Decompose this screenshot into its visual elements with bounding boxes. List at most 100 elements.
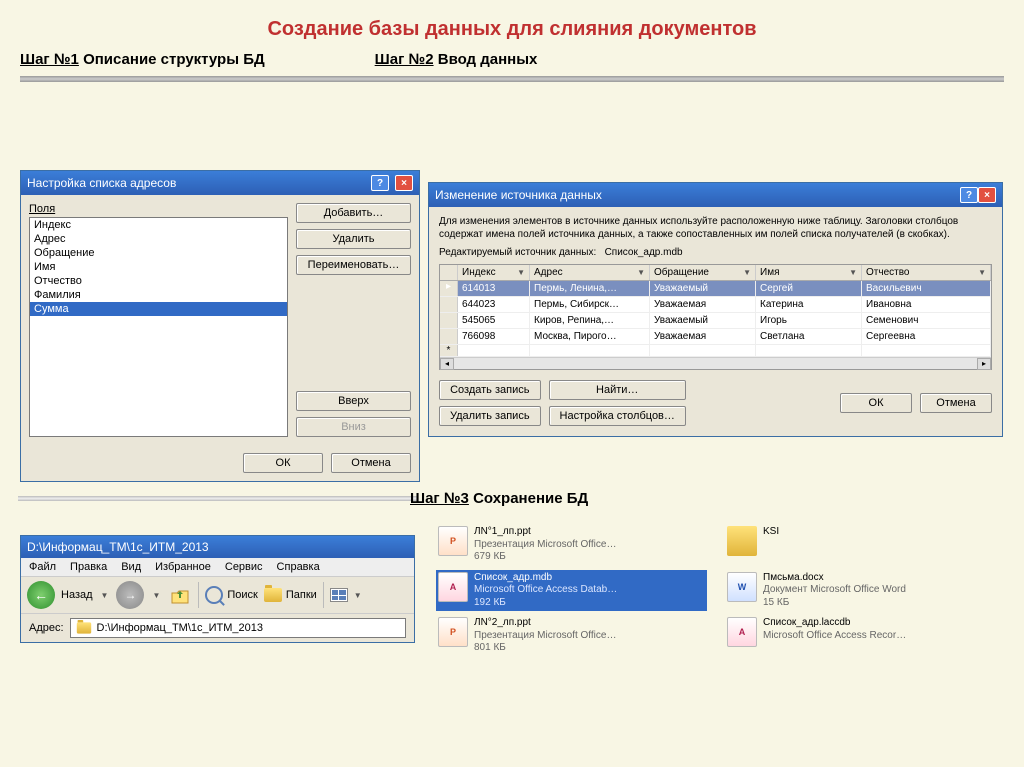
cell[interactable]: 766098	[458, 329, 530, 344]
table-row[interactable]: ▸ 614013 Пермь, Ленина,… Уважаемый Серге…	[440, 281, 991, 297]
up-folder-icon[interactable]	[168, 583, 192, 607]
ok-button[interactable]: ОК	[840, 393, 912, 413]
close-icon[interactable]: ×	[395, 175, 413, 191]
chevron-down-icon[interactable]: ▼	[743, 268, 751, 277]
table-row[interactable]: 766098 Москва, Пирого… Уважаемая Светлан…	[440, 329, 991, 345]
mdb-icon: A	[727, 617, 757, 647]
cell[interactable]: Уважаемая	[650, 329, 756, 344]
cell[interactable]: Пермь, Сибирск…	[530, 297, 650, 312]
forward-icon[interactable]: →	[116, 581, 144, 609]
scroll-left-icon[interactable]: ◂	[440, 358, 454, 370]
help-icon[interactable]: ?	[960, 187, 978, 203]
dialog1-titlebar[interactable]: Настройка списка адресов ? ×	[21, 171, 419, 195]
ppt-icon: P	[438, 617, 468, 647]
chevron-down-icon[interactable]: ▼	[150, 591, 162, 600]
chevron-down-icon[interactable]: ▼	[978, 268, 986, 277]
columns-button[interactable]: Настройка столбцов…	[549, 406, 686, 426]
explorer-titlebar[interactable]: D:\Информац_ТМ\1с_ИТМ_2013	[21, 536, 414, 558]
list-item[interactable]: Адрес	[30, 232, 287, 246]
cell[interactable]: Катерина	[756, 297, 862, 312]
cell[interactable]: 614013	[458, 281, 530, 296]
file-type: Презентация Microsoft Office…	[474, 630, 616, 643]
search-button[interactable]: Поиск	[205, 586, 257, 604]
close-icon[interactable]: ×	[978, 187, 996, 203]
views-button[interactable]: ▼	[330, 588, 364, 602]
horizontal-scrollbar[interactable]: ◂ ▸	[440, 357, 991, 369]
chevron-down-icon[interactable]: ▼	[517, 268, 525, 277]
add-button[interactable]: Добавить…	[296, 203, 411, 223]
cell[interactable]: Ивановна	[862, 297, 991, 312]
chevron-down-icon: ▼	[352, 591, 364, 600]
cell[interactable]: Уважаемый	[650, 313, 756, 328]
cell[interactable]: Уважаемый	[650, 281, 756, 296]
col-header[interactable]: Адрес▼	[530, 265, 650, 280]
list-item[interactable]: Сумма	[30, 302, 287, 316]
move-up-button[interactable]: Вверх	[296, 391, 411, 411]
col-header[interactable]: Обращение▼	[650, 265, 756, 280]
row-selector-header[interactable]	[440, 265, 458, 280]
delete-record-button[interactable]: Удалить запись	[439, 406, 541, 426]
address-label: Адрес:	[29, 622, 64, 634]
dialog2-titlebar[interactable]: Изменение источника данных ? ×	[429, 183, 1002, 207]
back-label[interactable]: Назад	[61, 589, 93, 601]
explorer-menubar[interactable]: Файл Правка Вид Избранное Сервис Справка	[21, 558, 414, 577]
file-item[interactable]: W Пмсьма.docxДокумент Microsoft Office W…	[725, 570, 996, 612]
col-header[interactable]: Имя▼	[756, 265, 862, 280]
file-item[interactable]: KSI	[725, 524, 996, 566]
table-row[interactable]: *	[440, 345, 991, 357]
cell[interactable]: Сергей	[756, 281, 862, 296]
file-item[interactable]: A Список_адр.mdbMicrosoft Office Access …	[436, 570, 707, 612]
delete-button[interactable]: Удалить	[296, 229, 411, 249]
cell[interactable]: Игорь	[756, 313, 862, 328]
col-header[interactable]: Индекс▼	[458, 265, 530, 280]
new-record-button[interactable]: Создать запись	[439, 380, 541, 400]
cancel-button[interactable]: Отмена	[331, 453, 411, 473]
menu-help[interactable]: Справка	[277, 561, 320, 573]
cell[interactable]: Васильевич	[862, 281, 991, 296]
list-item[interactable]: Обращение	[30, 246, 287, 260]
menu-view[interactable]: Вид	[121, 561, 141, 573]
file-item[interactable]: A Список_адр.laccdbMicrosoft Office Acce…	[725, 615, 996, 657]
folder-icon	[264, 588, 282, 602]
cell[interactable]: Москва, Пирого…	[530, 329, 650, 344]
rename-button[interactable]: Переименовать…	[296, 255, 411, 275]
file-item[interactable]: P ЛN°2_лп.pptПрезентация Microsoft Offic…	[436, 615, 707, 657]
cell[interactable]: Киров, Репина,…	[530, 313, 650, 328]
step3-suffix: Сохранение БД	[469, 490, 588, 507]
list-item[interactable]: Индекс	[30, 218, 287, 232]
list-item[interactable]: Отчество	[30, 274, 287, 288]
cell[interactable]: Пермь, Ленина,…	[530, 281, 650, 296]
menu-favorites[interactable]: Избранное	[155, 561, 211, 573]
table-row[interactable]: 545065 Киров, Репина,… Уважаемый Игорь С…	[440, 313, 991, 329]
find-button[interactable]: Найти…	[549, 380, 686, 400]
cell[interactable]: Уважаемая	[650, 297, 756, 312]
col-header[interactable]: Отчество▼	[862, 265, 991, 280]
folders-button[interactable]: Папки	[264, 588, 317, 602]
cell[interactable]: 644023	[458, 297, 530, 312]
address-input[interactable]: D:\Информац_ТМ\1с_ИТМ_2013	[70, 618, 406, 638]
cell[interactable]: Светлана	[756, 329, 862, 344]
cell[interactable]: Семенович	[862, 313, 991, 328]
step2-heading: Шаг №2 Ввод данных	[375, 51, 538, 68]
chevron-down-icon[interactable]: ▼	[637, 268, 645, 277]
menu-edit[interactable]: Правка	[70, 561, 107, 573]
list-item[interactable]: Фамилия	[30, 288, 287, 302]
mdb-icon: A	[438, 572, 468, 602]
docx-icon: W	[727, 572, 757, 602]
help-icon[interactable]: ?	[371, 175, 389, 191]
chevron-down-icon[interactable]: ▼	[849, 268, 857, 277]
data-grid[interactable]: Индекс▼ Адрес▼ Обращение▼ Имя▼ Отчество▼…	[439, 264, 992, 370]
menu-file[interactable]: Файл	[29, 561, 56, 573]
scroll-right-icon[interactable]: ▸	[977, 358, 991, 370]
menu-tools[interactable]: Сервис	[225, 561, 263, 573]
ok-button[interactable]: ОК	[243, 453, 323, 473]
cancel-button[interactable]: Отмена	[920, 393, 992, 413]
file-item[interactable]: P ЛN°1_лп.pptПрезентация Microsoft Offic…	[436, 524, 707, 566]
list-item[interactable]: Имя	[30, 260, 287, 274]
cell[interactable]: Сергеевна	[862, 329, 991, 344]
chevron-down-icon[interactable]: ▼	[99, 591, 111, 600]
cell[interactable]: 545065	[458, 313, 530, 328]
table-row[interactable]: 644023 Пермь, Сибирск… Уважаемая Катерин…	[440, 297, 991, 313]
fields-listbox[interactable]: Индекс Адрес Обращение Имя Отчество Фами…	[29, 217, 288, 437]
back-icon[interactable]: ←	[27, 581, 55, 609]
